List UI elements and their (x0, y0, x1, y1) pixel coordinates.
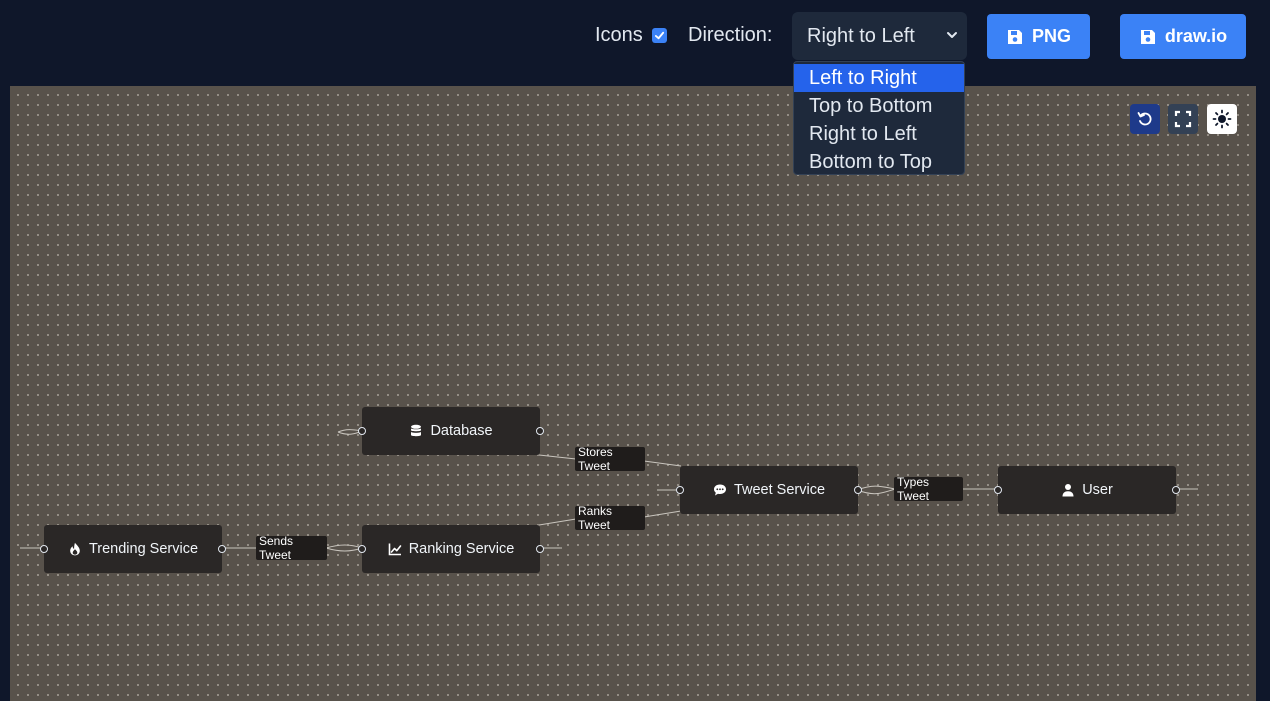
direction-select[interactable]: Right to Left (792, 12, 967, 60)
connection-handle[interactable] (994, 486, 1002, 494)
connection-handle[interactable] (358, 545, 366, 553)
fullscreen-icon (1174, 110, 1192, 128)
reset-icon (1137, 112, 1152, 126)
sun-icon (1212, 109, 1232, 129)
node-user[interactable]: User (994, 466, 1180, 514)
database-icon (411, 424, 422, 437)
png-button-label: PNG (1031, 26, 1071, 46)
node-label: Trending Service (88, 541, 199, 557)
node-ranking-service[interactable]: Ranking Service (358, 525, 544, 573)
edge-label-types-tweet: Types Tweet (894, 475, 963, 503)
direction-option-left-to-right[interactable]: Left to Right (794, 64, 964, 92)
connection-handle[interactable] (854, 486, 862, 494)
user-icon (1062, 484, 1074, 497)
connection-handle[interactable] (1172, 486, 1180, 494)
node-tweet-service[interactable]: Tweet Service (676, 466, 862, 514)
connection-handle[interactable] (536, 545, 544, 553)
icons-label: Icons (595, 24, 643, 46)
edge-label-ranks-tweet: Ranks Tweet (575, 504, 645, 532)
direction-dropdown-menu: Left to Right Top to Bottom Right to Lef… (793, 61, 965, 175)
direction-option-bottom-to-top[interactable]: Bottom to Top (794, 148, 964, 176)
node-label: User (1082, 482, 1113, 498)
node-label: Ranking Service (408, 541, 515, 557)
connection-handle[interactable] (536, 427, 544, 435)
direction-option-top-to-bottom[interactable]: Top to Bottom (794, 92, 964, 120)
drawio-button-label: draw.io (1164, 26, 1228, 46)
direction-label: Direction: (688, 24, 773, 46)
diagram-canvas[interactable] (10, 86, 1256, 701)
connection-handle[interactable] (218, 545, 226, 553)
edge-label-sends-tweet: Sends Tweet (256, 534, 327, 562)
connection-handle[interactable] (40, 545, 48, 553)
comment-icon (713, 484, 726, 496)
node-database[interactable]: Database (358, 407, 544, 455)
edge-label-stores-tweet: Stores Tweet (575, 445, 645, 473)
checkmark-icon (654, 31, 665, 40)
floppy-disk-icon (1140, 29, 1155, 44)
direction-option-right-to-left[interactable]: Right to Left (794, 120, 964, 148)
chart-line-icon (388, 543, 402, 556)
fullscreen-button[interactable] (1168, 104, 1198, 134)
download-drawio-button[interactable]: draw.io (1120, 14, 1246, 59)
floppy-disk-icon (1007, 29, 1022, 44)
toolbar: Icons Direction: Right to Left PNG draw.… (0, 0, 1270, 86)
connection-handle[interactable] (358, 427, 366, 435)
download-png-button[interactable]: PNG (987, 14, 1090, 59)
node-label: Tweet Service (733, 482, 826, 498)
theme-toggle-button[interactable] (1207, 104, 1237, 134)
fire-icon (70, 542, 80, 556)
node-label: Database (430, 423, 493, 439)
connection-handle[interactable] (676, 486, 684, 494)
reset-view-button[interactable] (1130, 104, 1160, 134)
icons-checkbox[interactable] (652, 28, 667, 43)
node-trending-service[interactable]: Trending Service (40, 525, 226, 573)
direction-select-value: Right to Left (807, 24, 915, 47)
chevron-down-icon (947, 32, 957, 38)
